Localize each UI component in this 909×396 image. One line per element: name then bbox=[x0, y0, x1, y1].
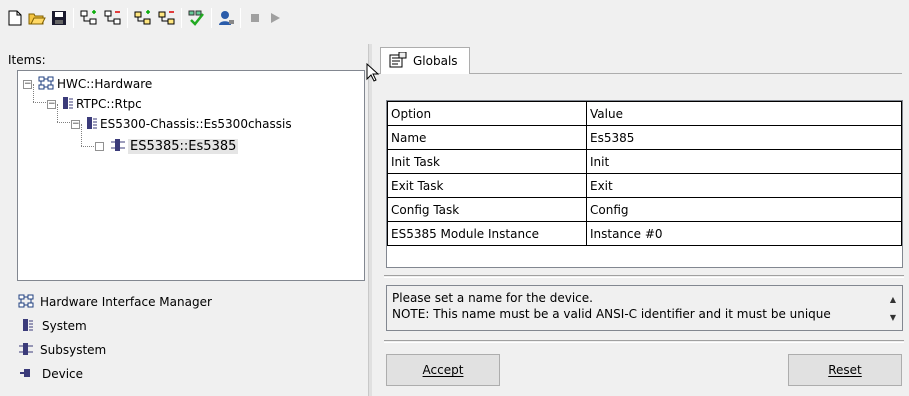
description-line: Please set a name for the device. bbox=[392, 291, 593, 305]
description-line: NOTE: This name must be a valid ANSI-C i… bbox=[392, 307, 831, 321]
tree-node-label: ES5300-Chassis::Es5300chassis bbox=[100, 117, 292, 131]
reset-button-label: Reset bbox=[828, 363, 862, 377]
stop-icon[interactable] bbox=[246, 9, 264, 27]
tree-node-hwc-hardware[interactable]: − HWC::Hardware bbox=[23, 75, 152, 93]
option-cell: Exit Task bbox=[387, 173, 587, 198]
grid-row[interactable]: ES5385 Module Instance Instance #0 bbox=[387, 221, 902, 246]
items-label: Items: bbox=[8, 53, 46, 67]
options-grid: Option Value Name Es5385 Init Task Init … bbox=[386, 100, 903, 268]
accept-button[interactable]: Accept bbox=[386, 354, 500, 386]
reset-button[interactable]: Reset bbox=[788, 354, 902, 386]
items-tree[interactable]: − HWC::Hardware − RTPC::Rtpc − ES5300-Ch… bbox=[17, 70, 365, 281]
legend-label: Hardware Interface Manager bbox=[40, 295, 212, 309]
value-cell[interactable]: Init bbox=[586, 149, 902, 174]
collapse-icon[interactable]: − bbox=[23, 79, 32, 89]
run-icon[interactable] bbox=[266, 9, 284, 27]
grid-row[interactable]: Exit Task Exit bbox=[387, 173, 902, 198]
scroll-down-icon[interactable]: ▼ bbox=[890, 310, 896, 326]
leaf-box-icon bbox=[95, 141, 104, 151]
value-cell[interactable]: Es5385 bbox=[586, 125, 902, 150]
user-config-icon[interactable] bbox=[218, 9, 236, 27]
system-icon bbox=[22, 318, 34, 335]
value-cell[interactable]: Config bbox=[586, 197, 902, 222]
collapse-icon[interactable]: − bbox=[47, 99, 56, 109]
legend-item-subsystem: Subsystem bbox=[18, 341, 106, 359]
tab-label: Globals bbox=[413, 54, 458, 68]
toolbar bbox=[0, 0, 909, 36]
mouse-cursor-icon bbox=[366, 62, 380, 83]
legend-label: System bbox=[42, 319, 87, 333]
device-icon bbox=[20, 367, 34, 381]
open-folder-icon[interactable] bbox=[28, 9, 46, 27]
grid-row[interactable]: Name Es5385 bbox=[387, 125, 902, 150]
legend-item-system: System bbox=[18, 317, 87, 335]
save-icon[interactable] bbox=[50, 9, 68, 27]
description-box: Please set a name for the device. NOTE: … bbox=[386, 285, 903, 331]
legend-label: Device bbox=[42, 367, 84, 381]
grid-header-row: Option Value bbox=[387, 101, 902, 126]
grid-row[interactable]: Init Task Init bbox=[387, 149, 902, 174]
description-scrollbar[interactable]: ▲ ▼ bbox=[886, 292, 900, 326]
legend-item-device: Device bbox=[18, 365, 83, 383]
tree-node-es5300-chassis[interactable]: − ES5300-Chassis::Es5300chassis bbox=[71, 115, 292, 133]
properties-icon bbox=[389, 51, 407, 71]
option-cell: Name bbox=[387, 125, 587, 150]
tree-node-label: RTPC::Rtpc bbox=[76, 97, 142, 111]
scroll-up-icon[interactable]: ▲ bbox=[890, 292, 896, 308]
tree-node-label: HWC::Hardware bbox=[57, 77, 153, 91]
add-system-icon[interactable] bbox=[80, 9, 98, 27]
hardware-icon bbox=[18, 294, 34, 311]
tree-node-rtpc[interactable]: − RTPC::Rtpc bbox=[47, 95, 142, 113]
grid-row[interactable]: Config Task Config bbox=[387, 197, 902, 222]
remove-subsystem-icon[interactable] bbox=[158, 9, 176, 27]
option-cell: Config Task bbox=[387, 197, 587, 222]
subsystem-icon bbox=[110, 138, 126, 155]
legend-label: Subsystem bbox=[40, 343, 107, 357]
legend-item-hardware-interface-manager: Hardware Interface Manager bbox=[18, 293, 212, 311]
column-header-option: Option bbox=[387, 101, 587, 126]
add-subsystem-icon[interactable] bbox=[134, 9, 152, 27]
new-icon[interactable] bbox=[6, 9, 24, 27]
tree-node-es5385[interactable]: ES5385::Es5385 bbox=[95, 137, 239, 155]
tree-node-label: ES5385::Es5385 bbox=[128, 138, 239, 154]
system-icon bbox=[62, 96, 74, 113]
value-cell[interactable]: Exit bbox=[586, 173, 902, 198]
system-icon bbox=[86, 116, 98, 133]
option-cell: Init Task bbox=[387, 149, 587, 174]
accept-button-label: Accept bbox=[422, 363, 464, 377]
separator bbox=[384, 340, 904, 343]
remove-system-icon[interactable] bbox=[104, 9, 122, 27]
tab-globals[interactable]: Globals bbox=[380, 47, 470, 74]
separator bbox=[384, 275, 904, 278]
column-header-value: Value bbox=[586, 101, 902, 126]
option-cell: ES5385 Module Instance bbox=[387, 221, 587, 246]
subsystem-icon bbox=[18, 342, 34, 359]
pane-splitter[interactable] bbox=[368, 44, 372, 396]
collapse-icon[interactable]: − bbox=[71, 119, 80, 129]
value-cell[interactable]: Instance #0 bbox=[586, 221, 902, 246]
check-icon[interactable] bbox=[188, 9, 206, 27]
hardware-icon bbox=[38, 76, 54, 93]
